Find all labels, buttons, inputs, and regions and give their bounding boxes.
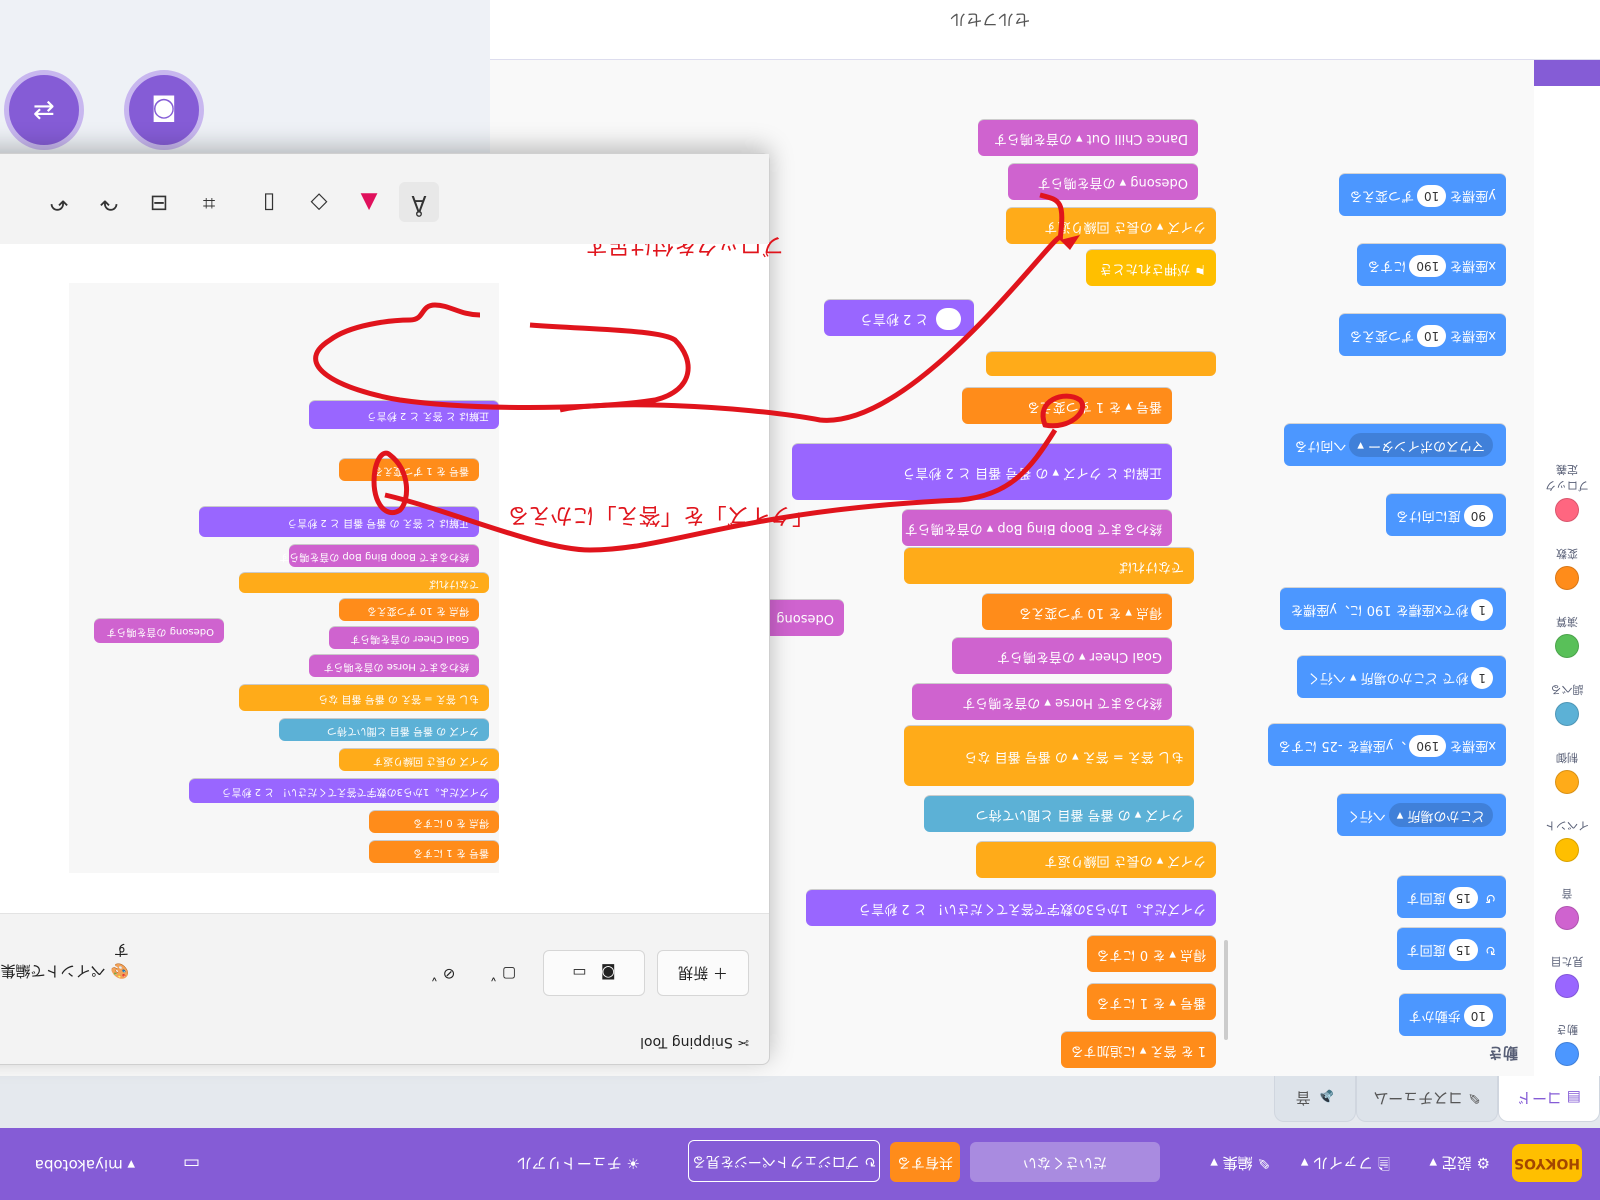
circle-annotation-top (313, 302, 691, 410)
circle-annotation-mid-target (1040, 393, 1085, 429)
red-annotation-strokes (313, 192, 1085, 553)
circle-annotation-mid-small (371, 450, 410, 515)
arrowhead-icon (1060, 235, 1080, 250)
arrow-annotation-mid (384, 428, 1058, 553)
arrow-annotation-top (559, 192, 1065, 423)
